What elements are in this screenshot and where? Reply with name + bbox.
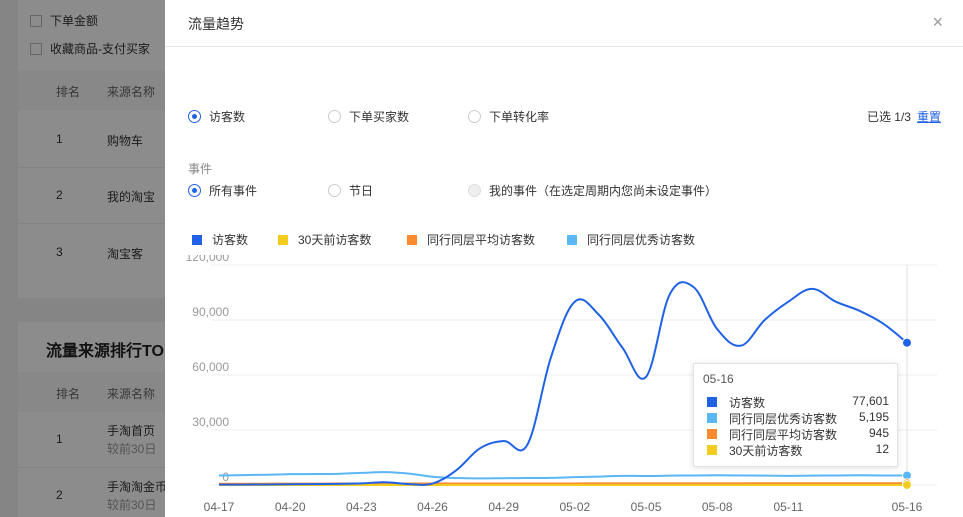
modal-header: 流量趋势 × bbox=[165, 0, 963, 47]
selected-count: 已选 1/3 重置 bbox=[866, 110, 941, 124]
x-tick-label: 04-17 bbox=[204, 500, 235, 514]
legend-item-peer-average[interactable]: 同行同层平均访客数 bbox=[407, 231, 535, 248]
event-section-label: 事件 bbox=[188, 162, 213, 176]
legend-swatch bbox=[407, 234, 417, 245]
radio-dot[interactable] bbox=[188, 110, 201, 123]
legend-swatch bbox=[192, 234, 202, 245]
radio-dot[interactable] bbox=[328, 110, 341, 123]
event-option-mine: 我的事件（在选定周期内您尚未设定事件） bbox=[468, 182, 717, 199]
series-line-peer-excellent bbox=[218, 471, 908, 480]
x-tick-label: 04-26 bbox=[417, 500, 448, 514]
tooltip-swatch bbox=[707, 445, 717, 455]
tooltip-row: 同行同层平均访客数 945 bbox=[707, 426, 889, 442]
event-option-all[interactable]: 所有事件 bbox=[188, 182, 257, 199]
data-point-visitors-30d bbox=[902, 479, 912, 490]
tooltip-row: 访客数 77,601 bbox=[707, 394, 889, 410]
legend-swatch bbox=[278, 234, 288, 245]
traffic-trend-modal: 流量趋势 × 访客数 下单买家数 下单转化率 已选 1/3 重置 事件 所有事件 … bbox=[165, 0, 963, 517]
reset-link[interactable]: 重置 bbox=[917, 110, 941, 124]
x-tick-label: 05-08 bbox=[702, 500, 733, 514]
x-tick-label: 05-02 bbox=[560, 500, 591, 514]
tooltip-swatch bbox=[707, 397, 717, 407]
legend-item-visitors[interactable]: 访客数 bbox=[192, 231, 248, 248]
radio-dot[interactable] bbox=[468, 110, 481, 123]
legend-item-peer-excellent[interactable]: 同行同层优秀访客数 bbox=[567, 231, 695, 248]
chart-tooltip: 05-16 访客数 77,601 同行同层优秀访客数 5,195 同行同层平均访客数… bbox=[693, 363, 898, 467]
close-icon[interactable]: × bbox=[932, 13, 943, 31]
x-tick-label: 05-05 bbox=[631, 500, 662, 514]
x-tick-label: 04-23 bbox=[346, 500, 377, 514]
radio-dot[interactable] bbox=[328, 184, 341, 197]
radio-dot bbox=[468, 184, 481, 197]
y-tick-label: 120,000 bbox=[186, 255, 230, 264]
y-tick-label: 60,000 bbox=[192, 360, 229, 374]
tooltip-row: 同行同层优秀访客数 5,195 bbox=[707, 410, 889, 426]
tooltip-row: 30天前访客数 12 bbox=[707, 442, 889, 458]
y-tick-label: 0 bbox=[222, 470, 229, 484]
data-point-visitors bbox=[902, 337, 912, 348]
tooltip-swatch bbox=[707, 413, 717, 423]
event-option-holiday[interactable]: 节日 bbox=[328, 182, 373, 199]
metric-option-conversion[interactable]: 下单转化率 bbox=[468, 108, 549, 125]
modal-title: 流量趋势 bbox=[188, 16, 244, 32]
radio-dot[interactable] bbox=[188, 184, 201, 197]
y-tick-label: 30,000 bbox=[192, 415, 229, 429]
legend-item-visitors-30d[interactable]: 30天前访客数 bbox=[278, 231, 371, 248]
x-tick-label: 05-16 bbox=[892, 500, 923, 514]
legend-swatch bbox=[567, 234, 577, 245]
x-tick-label: 04-29 bbox=[488, 500, 519, 514]
metric-option-buyers[interactable]: 下单买家数 bbox=[328, 108, 409, 125]
metric-option-visitors[interactable]: 访客数 bbox=[188, 108, 245, 125]
x-tick-label: 05-11 bbox=[773, 500, 803, 514]
y-tick-label: 90,000 bbox=[192, 305, 229, 319]
x-tick-label: 04-20 bbox=[275, 500, 306, 514]
tooltip-swatch bbox=[707, 429, 717, 439]
tooltip-date: 05-16 bbox=[703, 372, 734, 386]
